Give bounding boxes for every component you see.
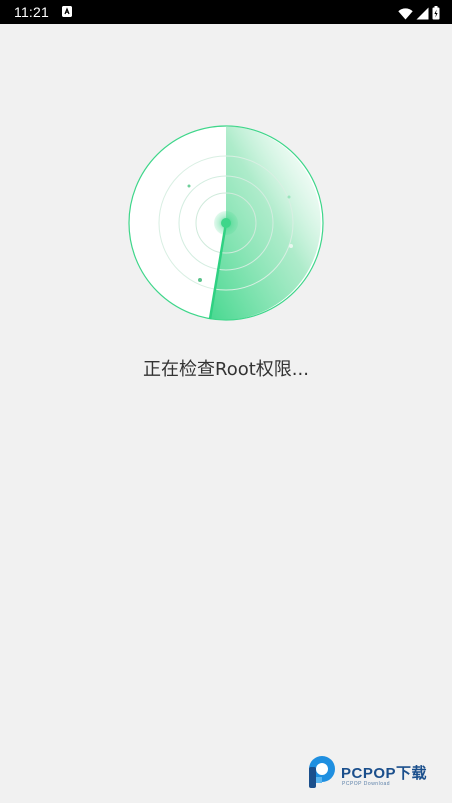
- watermark-subtitle: PCPOP Download: [342, 781, 391, 787]
- status-icons: [398, 5, 440, 24]
- watermark-brand: PCPOP下载: [341, 765, 428, 782]
- radar-center-dot: [221, 218, 231, 228]
- radar-blip: [289, 244, 293, 248]
- checking-root-status: 正在检查Root权限...: [143, 359, 309, 380]
- pcpop-logo-icon: [305, 755, 337, 789]
- radar-blip: [198, 278, 202, 282]
- radar-scanner: [126, 123, 326, 323]
- wifi-icon: [398, 5, 413, 24]
- radar-blip: [287, 195, 291, 199]
- pcpop-watermark: PCPOP下载 PCPOP Download: [305, 755, 445, 793]
- status-bar: 11:21: [0, 0, 452, 24]
- notification-icon: [62, 6, 72, 17]
- signal-icon: [416, 5, 429, 24]
- radar-blip: [187, 184, 191, 188]
- status-time: 11:21: [14, 4, 49, 20]
- battery-icon: [432, 5, 440, 24]
